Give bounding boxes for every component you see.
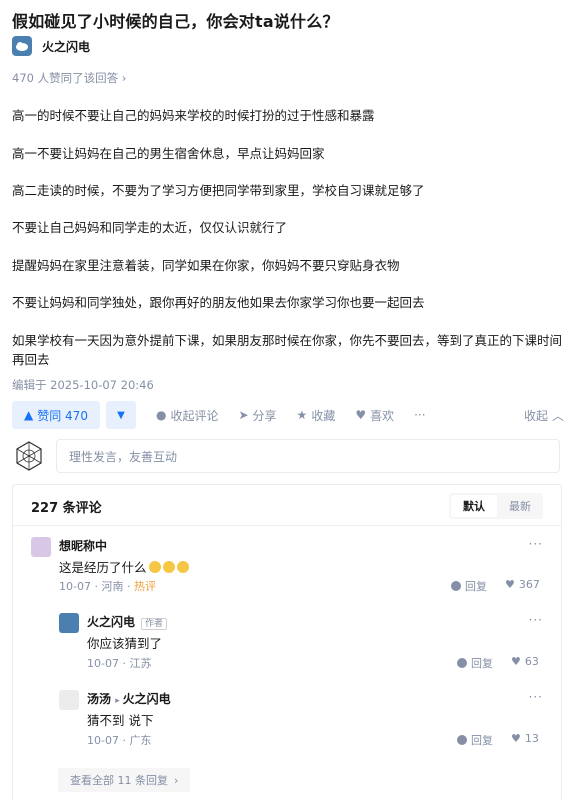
comment-date: 10-07: [87, 734, 119, 747]
reply-to-name[interactable]: 火之闪电: [123, 692, 171, 706]
edited-timestamp: 编辑于 2025-10-07 20:46: [12, 378, 154, 392]
user-avatar[interactable]: [12, 439, 46, 473]
favorite-label: 收藏: [311, 408, 336, 423]
divider: [13, 525, 561, 526]
view-all-label: 查看全部 11 条回复: [70, 774, 168, 787]
heart-icon: ♥: [355, 408, 367, 422]
comment-date: 10-07: [59, 580, 91, 593]
reply-label: 回复: [465, 580, 487, 593]
triangle-down-icon: ▼: [117, 409, 125, 421]
comment-meta: 10-07 · 江苏: [87, 657, 152, 670]
comment-like-count: 63: [524, 655, 539, 668]
share-label: 分享: [252, 408, 277, 423]
author-avatar[interactable]: [12, 36, 32, 56]
comment-more-button[interactable]: ···: [529, 537, 543, 551]
comment-meta: 10-07 · 河南 · 热评: [59, 580, 156, 593]
reply-arrow-icon: ▸: [115, 696, 123, 706]
comment-location: 江苏: [129, 657, 152, 670]
comment-like-button[interactable]: ♥ 367: [505, 578, 540, 591]
comment-text: 这是经历了什么: [59, 557, 189, 576]
commenter-name[interactable]: 想昵称中: [59, 537, 107, 554]
more-actions-button[interactable]: ···: [414, 408, 425, 422]
comment-text: 你应该猜到了: [87, 636, 163, 651]
comment-icon: ●: [155, 408, 167, 422]
reply-button[interactable]: 回复: [457, 655, 493, 671]
emoji-icon: [162, 561, 175, 573]
answer-author[interactable]: 火之闪电: [12, 36, 90, 56]
answer-paragraph: 高一的时候不要让自己的妈妈来学校的时候打扮的过于性感和暴露: [12, 108, 375, 123]
reply-label: 回复: [471, 657, 493, 670]
heart-icon: ♥: [511, 655, 521, 668]
upvote-button[interactable]: ▲ 赞同 470: [12, 401, 100, 429]
answer-paragraph: 高二走读的时候，不要为了学习方便把同学带到家里，学校自习课就足够了: [12, 183, 425, 198]
comment-count: 227 条评论: [31, 501, 102, 516]
emoji-icon: [148, 561, 161, 573]
answer-action-bar: ▲ 赞同 470 ▼ ● 收起评论 ➤ 分享 ★ 收藏 ♥ 喜欢 ··· 收起 …: [12, 401, 564, 429]
answer-paragraph: 不要让妈妈和同学独处，跟你再好的朋友他如果去你家学习你也要一起回去: [12, 295, 425, 310]
comment-location: 河南: [101, 580, 124, 593]
share-icon: ➤: [238, 408, 249, 422]
triangle-up-icon: ▲: [24, 408, 34, 422]
upvote-summary[interactable]: 470 人赞同了该回答 ›: [12, 70, 126, 86]
question-title[interactable]: 假如碰见了小时候的自己，你会对ta说什么？: [12, 8, 339, 32]
commenter-avatar[interactable]: [59, 690, 79, 710]
heart-icon: ♥: [511, 732, 521, 745]
reply-icon: [451, 581, 461, 591]
commenter-name-text: 火之闪电: [87, 615, 136, 629]
comment-like-count: 367: [518, 578, 540, 591]
collapse-answer-button[interactable]: 收起 ︿: [524, 407, 564, 424]
upvote-label: 赞同 470: [37, 408, 88, 423]
web-avatar-icon: [16, 441, 42, 471]
answer-paragraph: 提醒妈妈在家里注意着装，同学如果在你家，你妈妈不要只穿贴身衣物: [12, 258, 400, 273]
comments-panel: 227 条评论 默认 最新 想昵称中 ··· 这是经历了什么 10-07 · 河…: [12, 484, 562, 801]
share-button[interactable]: ➤ 分享: [238, 407, 276, 424]
comment-more-button[interactable]: ···: [529, 690, 543, 704]
star-icon: ★: [296, 408, 308, 422]
sort-latest-tab[interactable]: 最新: [497, 495, 543, 517]
comment-more-button[interactable]: ···: [529, 613, 543, 627]
reply-icon: [457, 658, 467, 668]
answer-paragraph: 不要让自己妈妈和同学走的太近，仅仅认识就行了: [12, 220, 288, 235]
sort-default-tab[interactable]: 默认: [451, 495, 497, 517]
favorite-button[interactable]: ★ 收藏: [297, 407, 336, 424]
collapse-comments-label: 收起评论: [170, 408, 219, 423]
heart-icon: ♥: [505, 578, 515, 591]
comment-like-button[interactable]: ♥ 13: [511, 732, 539, 745]
comment-sort-toggle: 默认 最新: [449, 493, 543, 519]
reply-button[interactable]: 回复: [457, 732, 493, 748]
author-tag: 作者: [141, 618, 168, 630]
comment-like-count: 13: [524, 732, 539, 745]
commenter-avatar[interactable]: [31, 537, 51, 557]
cloud-icon: [16, 42, 28, 51]
comment-compose: 理性发言，友善互动: [12, 437, 560, 475]
comment-meta: 10-07 · 广东: [87, 734, 152, 747]
collapse-comments-button[interactable]: ● 收起评论: [156, 407, 219, 424]
commenter-avatar[interactable]: [59, 613, 79, 633]
comment-input[interactable]: 理性发言，友善互动: [56, 439, 560, 473]
like-label: 喜欢: [370, 408, 395, 423]
reply-button[interactable]: 回复: [451, 578, 487, 594]
answer-paragraph: 如果学校有一天因为意外提前下课，如果朋友那时候在你家，你先不要回去，等到了真正的…: [12, 333, 563, 367]
comment-location: 广东: [129, 734, 152, 747]
more-icon: ···: [414, 408, 426, 422]
reply-label: 回复: [471, 734, 493, 747]
author-name[interactable]: 火之闪电: [42, 38, 90, 55]
chevron-up-icon: ︿: [551, 408, 564, 423]
collapse-label: 收起: [523, 408, 548, 423]
comment-date: 10-07: [87, 657, 119, 670]
view-all-replies-button[interactable]: 查看全部 11 条回复 ›: [58, 768, 191, 792]
chevron-right-icon: ›: [174, 773, 179, 787]
reply-icon: [457, 735, 467, 745]
answer-paragraph: 高一不要让妈妈在自己的男生宿舍休息，早点让妈妈回家: [12, 146, 325, 161]
hot-comment-tag: 热评: [133, 580, 156, 593]
comment-text-body: 这是经历了什么: [59, 560, 147, 575]
commenter-name-text: 汤汤: [87, 692, 112, 706]
comment-like-button[interactable]: ♥ 63: [511, 655, 539, 668]
emoji-icon: [176, 561, 189, 573]
like-button[interactable]: ♥ 喜欢: [355, 407, 394, 424]
downvote-button[interactable]: ▼: [105, 401, 136, 429]
comment-text: 猜不到 说下: [87, 713, 154, 728]
commenter-name[interactable]: 火之闪电 作者: [87, 613, 168, 630]
commenter-name[interactable]: 汤汤 ▸ 火之闪电: [87, 690, 171, 707]
